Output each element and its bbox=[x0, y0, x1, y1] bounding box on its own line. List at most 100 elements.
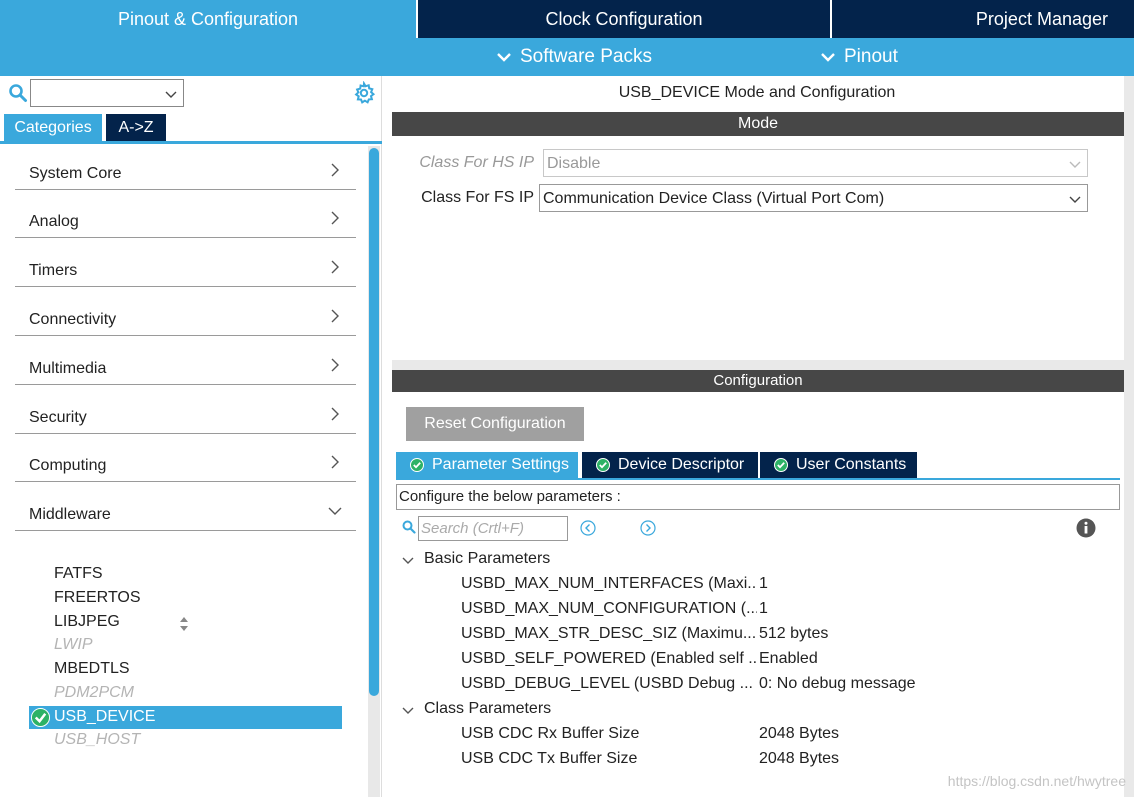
tab-clock-configuration[interactable]: Clock Configuration bbox=[418, 0, 830, 38]
parameter-row[interactable]: USBD_MAX_NUM_CONFIGURATION (... 1 bbox=[461, 600, 1061, 625]
chevron-right-icon bbox=[331, 163, 339, 177]
hs-class-row: Class For HS IP Disable bbox=[392, 149, 1124, 177]
tab-pinout-configuration[interactable]: Pinout & Configuration bbox=[0, 0, 416, 38]
chevron-right-icon bbox=[331, 309, 339, 323]
chevron-down-icon bbox=[1069, 161, 1081, 168]
parameter-name: USBD_DEBUG_LEVEL (USBD Debug ... bbox=[461, 675, 753, 692]
parameter-search-input[interactable]: Search (Crtl+F) bbox=[418, 516, 568, 541]
category-label: Computing bbox=[29, 457, 107, 474]
parameter-search-row: Search (Crtl+F) bbox=[402, 514, 1102, 542]
parameter-value: 512 bytes bbox=[759, 625, 829, 642]
chevron-right-icon bbox=[331, 407, 339, 421]
chevron-right-icon bbox=[331, 455, 339, 469]
hs-class-label: Class For HS IP bbox=[419, 154, 534, 171]
sub-menu-bar: Software Packs Pinout bbox=[0, 38, 1134, 76]
tab-label: User Constants bbox=[796, 456, 907, 473]
category-label: Analog bbox=[29, 213, 79, 230]
parameter-name: USB CDC Tx Buffer Size bbox=[461, 750, 638, 767]
middleware-item-fatfs[interactable]: FATFS bbox=[54, 565, 103, 583]
parameter-row[interactable]: USBD_MAX_NUM_INTERFACES (Maxi... 1 bbox=[461, 575, 1061, 600]
chevron-right-icon bbox=[331, 358, 339, 372]
next-match-icon[interactable] bbox=[640, 520, 656, 536]
category-view-tabs: Categories A->Z bbox=[0, 114, 382, 144]
middleware-item-mbedtls[interactable]: MBEDTLS bbox=[54, 660, 130, 678]
info-icon[interactable] bbox=[1076, 518, 1096, 538]
middleware-item-label: USB_DEVICE bbox=[54, 708, 156, 725]
mode-section-header: Mode bbox=[392, 112, 1124, 136]
category-connectivity[interactable]: Connectivity bbox=[15, 292, 356, 336]
scrollbar-thumb[interactable] bbox=[369, 148, 379, 696]
tab-user-constants[interactable]: User Constants bbox=[760, 452, 917, 478]
parameter-name: USBD_SELF_POWERED (Enabled self ... bbox=[461, 650, 757, 667]
chevron-down-icon bbox=[328, 507, 342, 515]
sort-icon[interactable] bbox=[177, 616, 191, 632]
category-label: Security bbox=[29, 409, 87, 426]
tab-label: Parameter Settings bbox=[432, 456, 569, 473]
category-label: Multimedia bbox=[29, 360, 107, 377]
software-packs-label: Software Packs bbox=[520, 46, 652, 67]
tab-parameter-settings[interactable]: Parameter Settings bbox=[396, 452, 578, 478]
configuration-section-header: Configuration bbox=[392, 370, 1124, 392]
chevron-right-icon bbox=[331, 211, 339, 225]
right-edge-strip bbox=[1124, 76, 1134, 797]
middleware-item-pdm2pcm[interactable]: PDM2PCM bbox=[54, 684, 134, 702]
configure-hint: Configure the below parameters : bbox=[396, 484, 1120, 510]
parameter-name: USBD_MAX_STR_DESC_SIZ (Maximu... bbox=[461, 625, 757, 642]
parameter-row[interactable]: USB CDC Rx Buffer Size 2048 Bytes bbox=[461, 725, 1061, 750]
category-security[interactable]: Security bbox=[15, 390, 356, 434]
middleware-item-usb-device[interactable]: USB_DEVICE bbox=[29, 706, 342, 729]
hs-class-select[interactable]: Disable bbox=[543, 149, 1088, 177]
category-multimedia[interactable]: Multimedia bbox=[15, 341, 356, 385]
middleware-item-libjpeg[interactable]: LIBJPEG bbox=[54, 613, 120, 631]
group-label: Basic Parameters bbox=[424, 550, 551, 567]
parameter-name: USB CDC Rx Buffer Size bbox=[461, 725, 640, 742]
check-circle-icon bbox=[31, 708, 50, 727]
software-packs-menu[interactable]: Software Packs bbox=[496, 38, 652, 76]
middleware-item-usb-host[interactable]: USB_HOST bbox=[54, 731, 140, 749]
group-class-parameters[interactable]: Class Parameters bbox=[402, 700, 551, 718]
search-icon[interactable] bbox=[8, 83, 28, 103]
tab-device-descriptor[interactable]: Device Descriptor bbox=[582, 452, 758, 478]
parameter-name: USBD_MAX_NUM_CONFIGURATION (... bbox=[461, 600, 757, 617]
parameter-value: 1 bbox=[759, 600, 768, 617]
hs-class-value: Disable bbox=[547, 155, 601, 172]
chevron-down-icon bbox=[165, 91, 177, 98]
parameter-row[interactable]: USB CDC Tx Buffer Size 2048 Bytes bbox=[461, 750, 1061, 775]
category-search-combo[interactable] bbox=[30, 79, 184, 107]
pinout-menu[interactable]: Pinout bbox=[820, 38, 898, 76]
watermark: https://blog.csdn.net/hwytree bbox=[947, 773, 1126, 789]
parameter-row[interactable]: USBD_SELF_POWERED (Enabled self ... Enab… bbox=[461, 650, 1061, 675]
group-basic-parameters[interactable]: Basic Parameters bbox=[402, 550, 550, 568]
fs-class-label: Class For FS IP bbox=[421, 189, 534, 206]
category-computing[interactable]: Computing bbox=[15, 438, 356, 482]
perspective-tabs: Pinout & Configuration Clock Configurati… bbox=[0, 0, 1134, 38]
parameter-row[interactable]: USBD_DEBUG_LEVEL (USBD Debug ... 0: No d… bbox=[461, 675, 1061, 700]
fs-class-row: Class For FS IP Communication Device Cla… bbox=[392, 184, 1124, 212]
fs-class-select[interactable]: Communication Device Class (Virtual Port… bbox=[539, 184, 1088, 212]
check-circle-icon bbox=[774, 458, 788, 472]
panel-splitter[interactable] bbox=[392, 360, 1134, 370]
configuration-tabs: Parameter Settings Device Descriptor Use… bbox=[396, 452, 1120, 480]
category-label: Middleware bbox=[29, 506, 111, 523]
parameter-row[interactable]: USBD_MAX_STR_DESC_SIZ (Maximu... 512 byt… bbox=[461, 625, 1061, 650]
parameter-value: 1 bbox=[759, 575, 768, 592]
tab-categories[interactable]: Categories bbox=[4, 114, 102, 141]
category-timers[interactable]: Timers bbox=[15, 243, 356, 287]
gear-icon[interactable] bbox=[352, 81, 376, 105]
chevron-right-icon bbox=[331, 260, 339, 274]
category-search-row bbox=[0, 76, 382, 112]
category-label: Timers bbox=[29, 262, 78, 279]
previous-match-icon[interactable] bbox=[580, 520, 596, 536]
middleware-item-freertos[interactable]: FREERTOS bbox=[54, 589, 141, 607]
category-middleware[interactable]: Middleware bbox=[15, 487, 356, 531]
panel-title: USB_DEVICE Mode and Configuration bbox=[618, 84, 896, 101]
category-analog[interactable]: Analog bbox=[15, 194, 356, 238]
category-system-core[interactable]: System Core bbox=[15, 146, 356, 190]
middleware-item-lwip[interactable]: LWIP bbox=[54, 636, 93, 654]
mode-configuration-panel: USB_DEVICE Mode and Configuration Mode C… bbox=[392, 76, 1134, 797]
tab-project-manager[interactable]: Project Manager bbox=[832, 0, 1134, 38]
category-scrollbar[interactable] bbox=[368, 146, 380, 797]
reset-configuration-button[interactable]: Reset Configuration bbox=[406, 407, 584, 441]
fs-class-value: Communication Device Class (Virtual Port… bbox=[543, 190, 885, 207]
tab-a-to-z[interactable]: A->Z bbox=[106, 114, 166, 141]
